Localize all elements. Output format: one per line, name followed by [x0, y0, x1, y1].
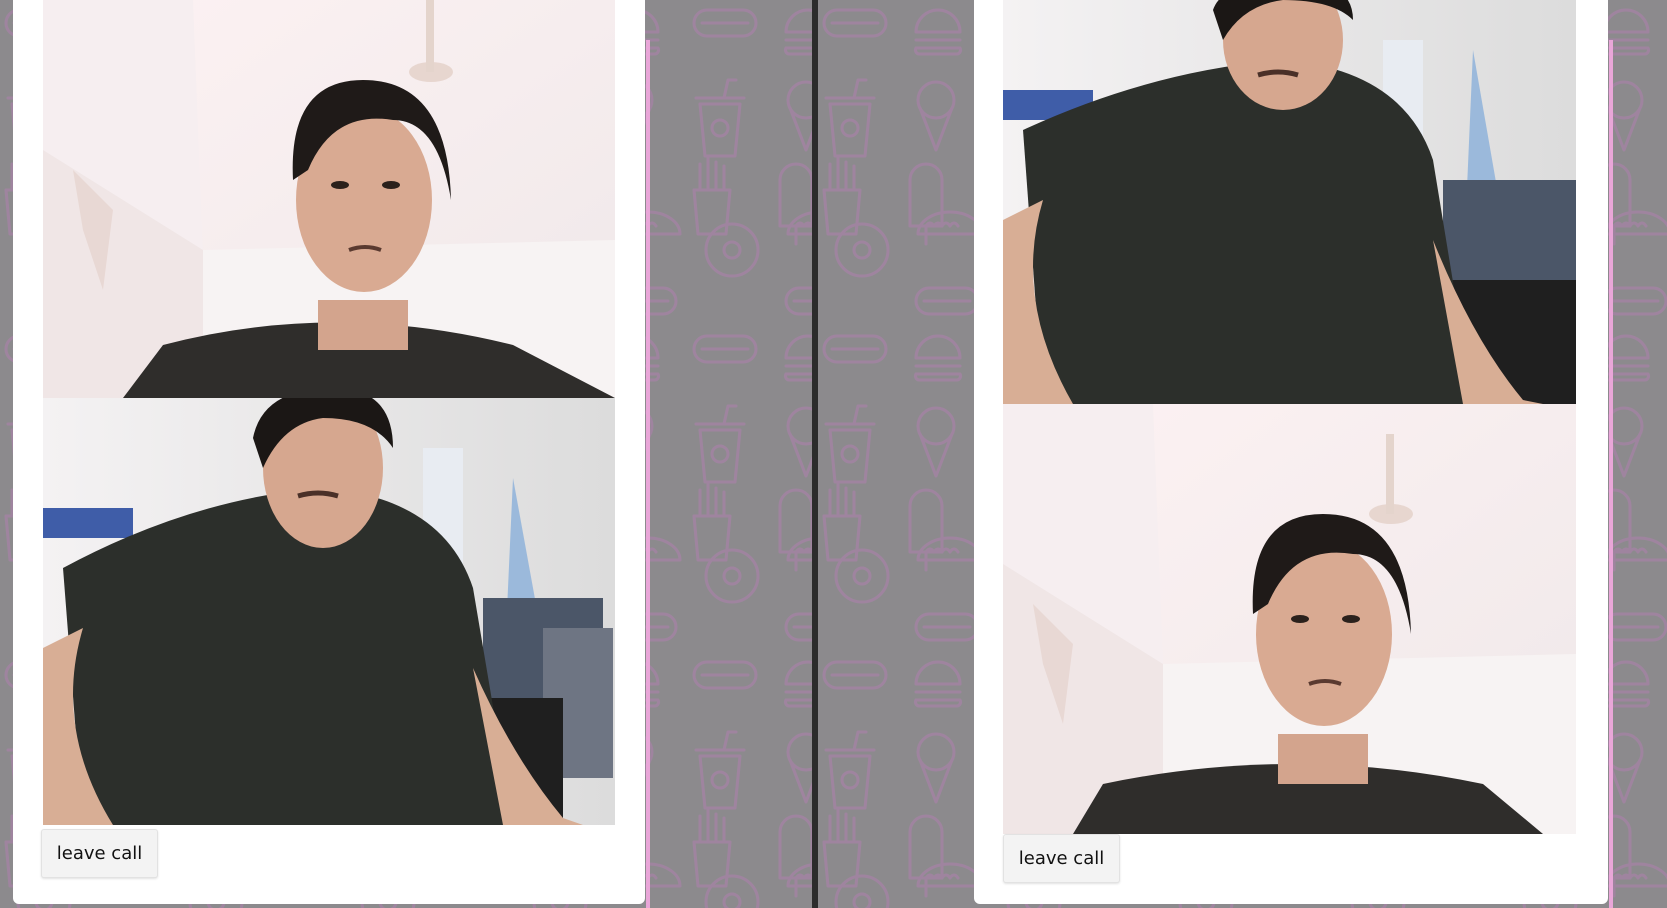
remote-video: [1003, 0, 1576, 404]
right-browser-window: leave call: [818, 0, 1667, 908]
call-panel: leave call: [974, 0, 1608, 904]
panel-accent-edge: [1609, 40, 1613, 908]
local-video: [1003, 404, 1576, 834]
leave-call-button[interactable]: leave call: [41, 829, 158, 878]
panel-accent-edge: [646, 40, 650, 908]
local-video: [43, 398, 615, 825]
left-browser-window: leave call: [0, 0, 812, 908]
call-panel: leave call: [13, 0, 645, 904]
leave-call-button[interactable]: leave call: [1003, 834, 1120, 883]
remote-video: [43, 0, 615, 398]
